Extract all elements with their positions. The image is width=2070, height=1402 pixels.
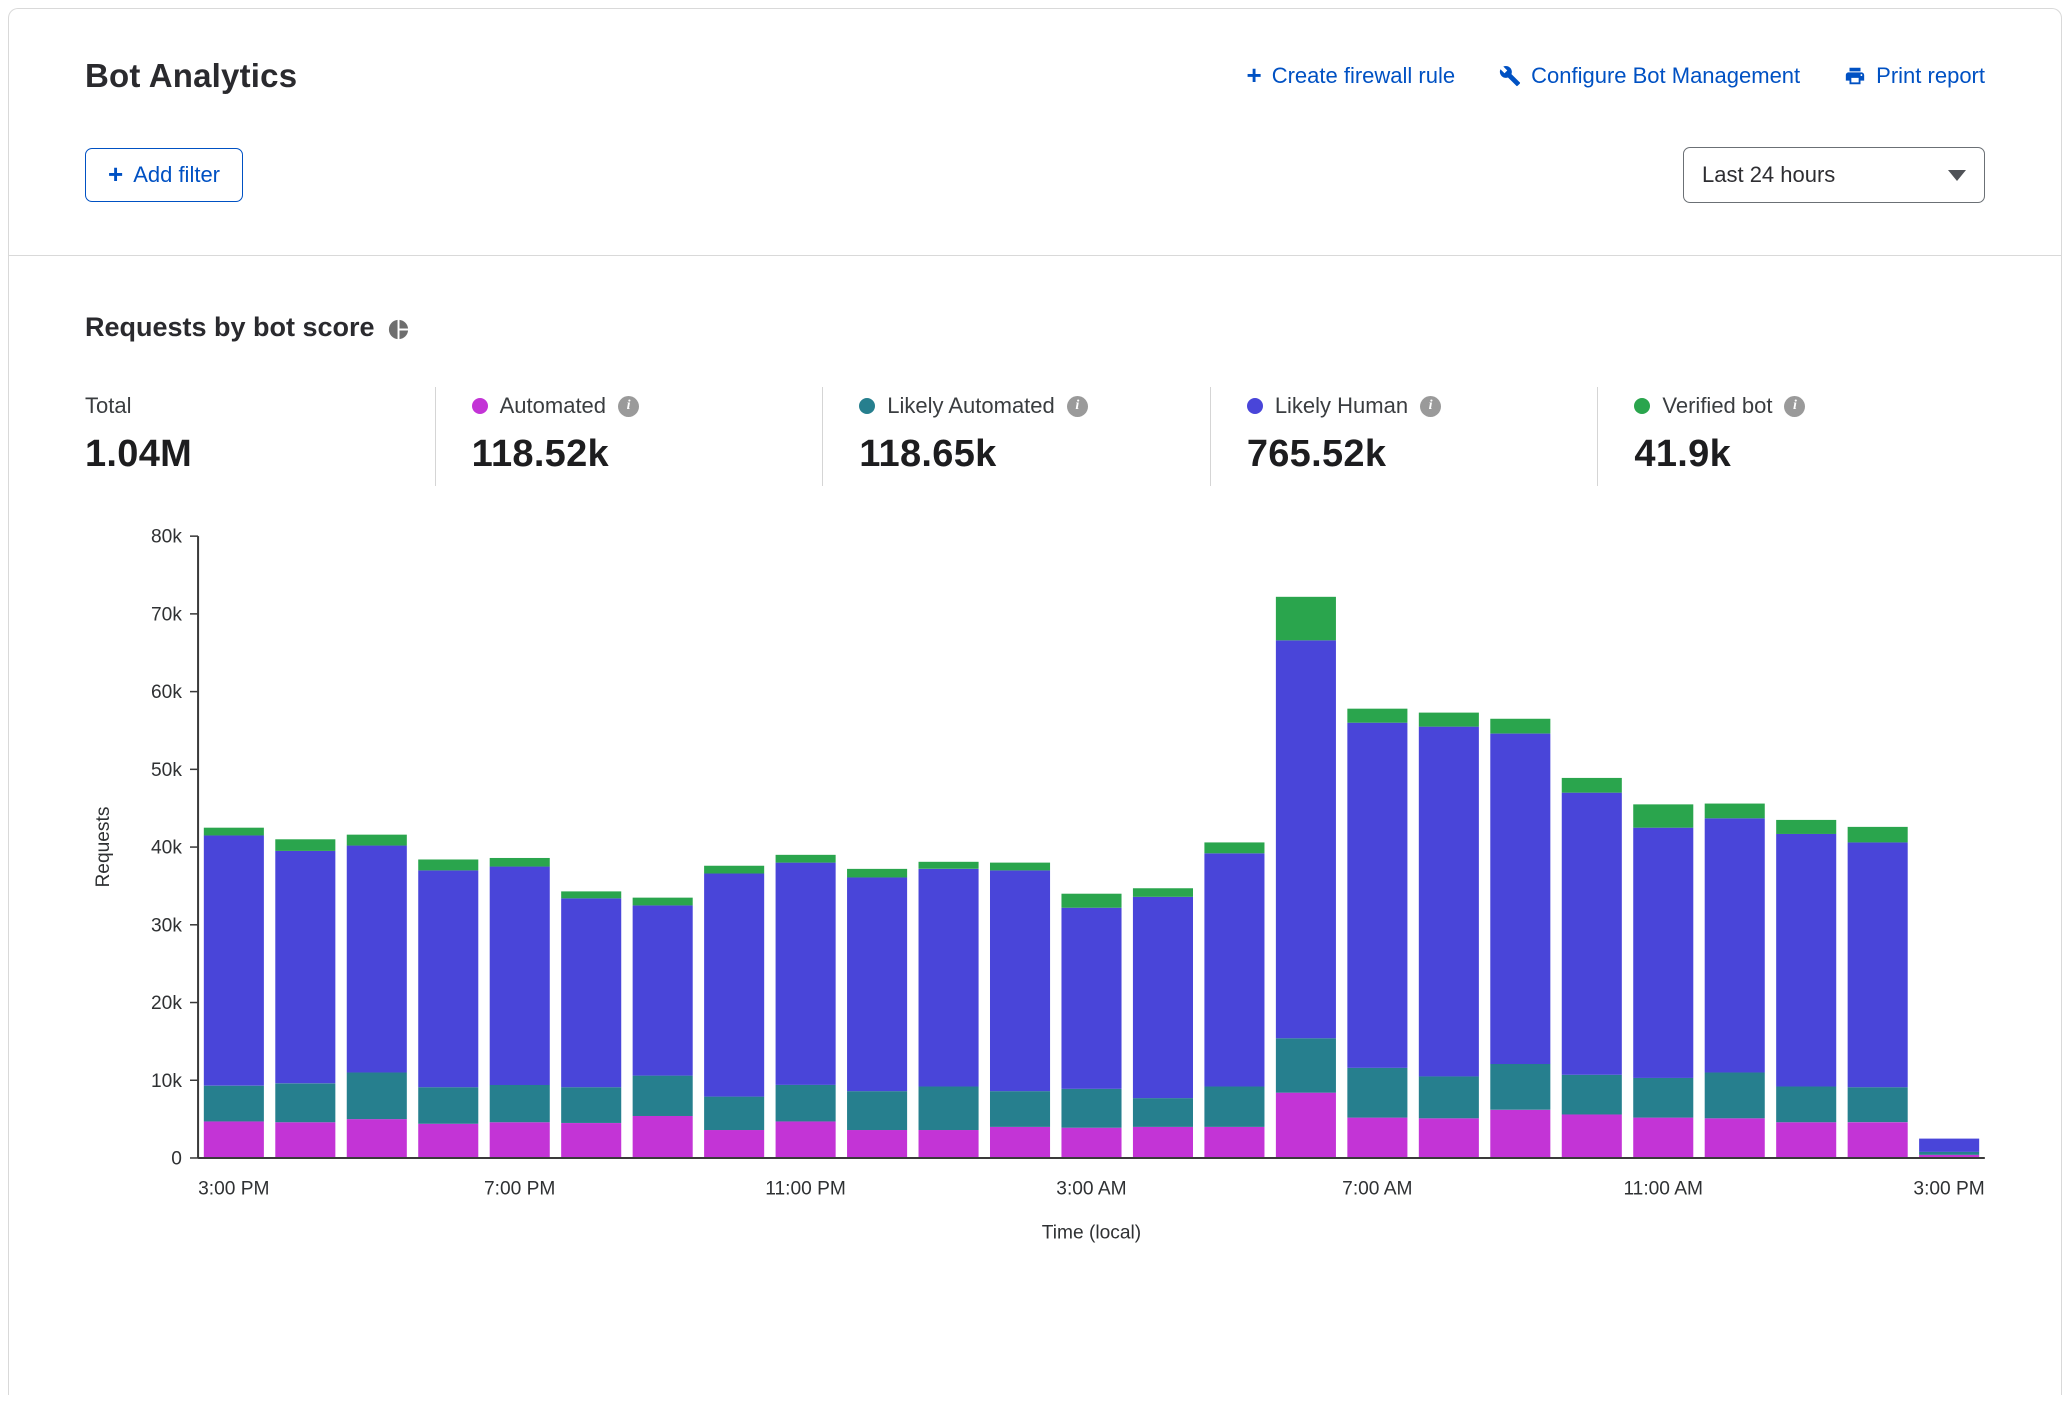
svg-text:3:00 AM: 3:00 AM [1056, 1178, 1126, 1199]
requests-by-bot-score-section: Requests by bot score Total 1.04M Automa… [9, 256, 2061, 1253]
time-range-select[interactable]: Last 24 hours [1683, 147, 1985, 203]
stat-likely-automated-value: 118.65k [859, 433, 1210, 476]
svg-text:3:00 PM: 3:00 PM [198, 1178, 269, 1199]
bot-analytics-card: Bot Analytics + Create firewall rule Con… [8, 8, 2062, 1395]
stat-likely-human[interactable]: Likely Human i 765.52k [1210, 387, 1598, 486]
bot-score-stacked-bar-chart: 0 10k 20k 30k 40k 50k 60k 70k 80k 3:00 PM 7:00 PM 1… [85, 520, 2003, 1253]
svg-text:50k: 50k [151, 760, 182, 781]
add-filter-button[interactable]: + Add filter [85, 148, 243, 202]
add-filter-label: Add filter [133, 162, 220, 188]
stat-likely-human-value: 765.52k [1247, 433, 1598, 476]
header: Bot Analytics + Create firewall rule Con… [9, 9, 2061, 256]
chevron-down-icon [1948, 170, 1966, 181]
svg-text:11:00 PM: 11:00 PM [765, 1178, 846, 1199]
configure-bot-management-link[interactable]: Configure Bot Management [1499, 63, 1800, 89]
stat-verified-bot-value: 41.9k [1634, 433, 1985, 476]
create-firewall-rule-link[interactable]: + Create firewall rule [1247, 63, 1456, 89]
stat-total-value: 1.04M [85, 433, 435, 476]
time-range-value: Last 24 hours [1702, 162, 1835, 188]
plus-icon: + [108, 161, 123, 187]
verified-bot-legend-dot [1634, 398, 1650, 414]
svg-text:Requests: Requests [93, 807, 114, 888]
stat-automated-value: 118.52k [472, 433, 823, 476]
likely-human-legend-dot [1247, 398, 1263, 414]
stat-automated-label: Automated [500, 393, 606, 419]
header-actions: + Create firewall rule Configure Bot Man… [1247, 63, 1985, 89]
svg-text:7:00 PM: 7:00 PM [484, 1178, 555, 1199]
svg-text:3:00 PM: 3:00 PM [1913, 1178, 1984, 1199]
plus-icon: + [1247, 62, 1262, 88]
info-icon[interactable]: i [1784, 396, 1805, 417]
automated-legend-dot [472, 398, 488, 414]
configure-bot-management-label: Configure Bot Management [1531, 63, 1800, 89]
printer-icon [1844, 65, 1866, 87]
likely-automated-legend-dot [859, 398, 875, 414]
pie-chart-icon [387, 318, 410, 341]
svg-text:10k: 10k [151, 1071, 182, 1092]
svg-text:40k: 40k [151, 838, 182, 859]
stat-verified-bot[interactable]: Verified bot i 41.9k [1597, 387, 1985, 486]
info-icon[interactable]: i [1067, 396, 1088, 417]
chart-svg: 0 10k 20k 30k 40k 50k 60k 70k 80k 3:00 PM 7:00 PM 1… [85, 520, 2003, 1253]
info-icon[interactable]: i [1420, 396, 1441, 417]
svg-text:70k: 70k [151, 604, 182, 625]
stat-automated[interactable]: Automated i 118.52k [435, 387, 823, 486]
svg-text:0: 0 [171, 1149, 182, 1170]
stat-likely-human-label: Likely Human [1275, 393, 1408, 419]
svg-text:20k: 20k [151, 993, 182, 1014]
svg-text:11:00 AM: 11:00 AM [1623, 1178, 1703, 1199]
stats-row: Total 1.04M Automated i 118.52k Likely A… [85, 387, 1985, 486]
svg-text:30k: 30k [151, 915, 182, 936]
page-title: Bot Analytics [85, 57, 297, 95]
section-title: Requests by bot score [85, 312, 375, 343]
wrench-icon [1499, 65, 1521, 87]
print-report-label: Print report [1876, 63, 1985, 89]
stat-verified-bot-label: Verified bot [1662, 393, 1772, 419]
svg-text:7:00 AM: 7:00 AM [1342, 1178, 1412, 1199]
stat-total-label: Total [85, 393, 131, 419]
info-icon[interactable]: i [618, 396, 639, 417]
print-report-link[interactable]: Print report [1844, 63, 1985, 89]
stat-total: Total 1.04M [85, 387, 435, 486]
svg-text:Time (local): Time (local) [1042, 1223, 1141, 1244]
stat-likely-automated-label: Likely Automated [887, 393, 1055, 419]
create-firewall-rule-label: Create firewall rule [1272, 63, 1455, 89]
stat-likely-automated[interactable]: Likely Automated i 118.65k [822, 387, 1210, 486]
svg-text:60k: 60k [151, 682, 182, 703]
svg-text:80k: 80k [151, 527, 182, 548]
